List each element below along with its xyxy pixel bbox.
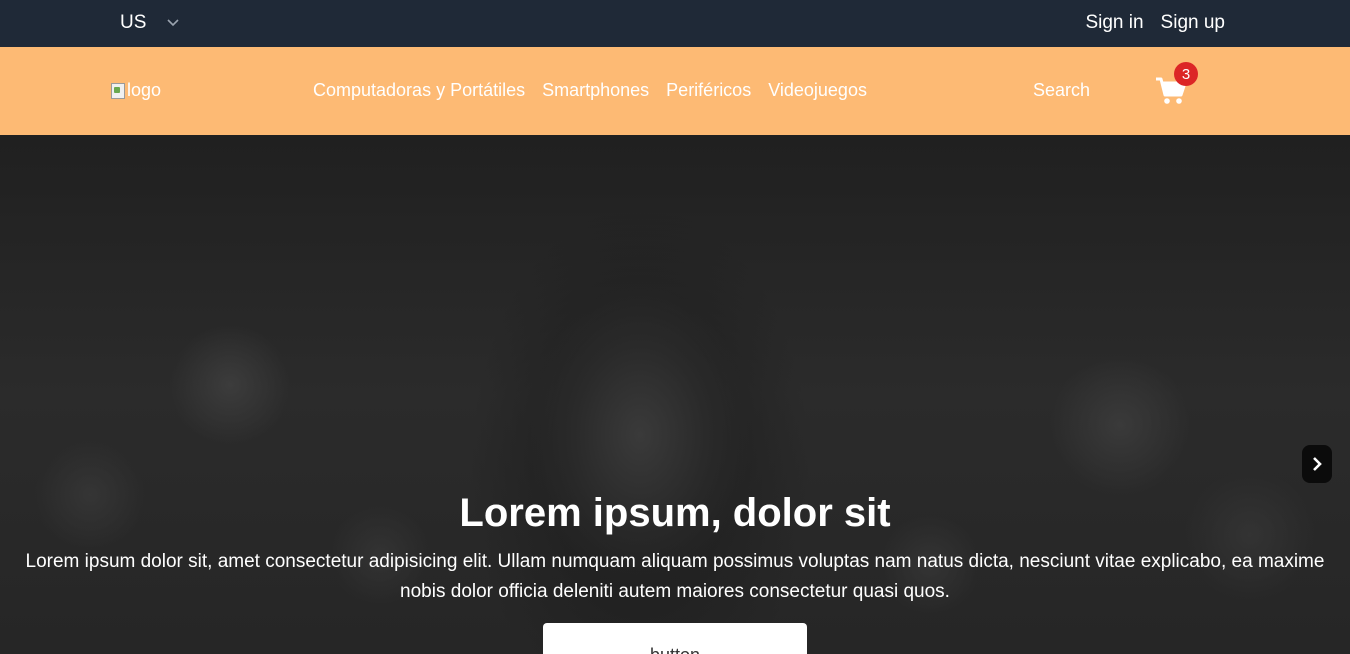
hero-title: Lorem ipsum, dolor sit bbox=[459, 491, 891, 535]
search-link[interactable]: Search bbox=[1033, 80, 1090, 101]
nav-item-smartphones[interactable]: Smartphones bbox=[542, 80, 649, 101]
carousel-next-button[interactable] bbox=[1302, 445, 1332, 483]
top-bar: US Sign in Sign up bbox=[0, 0, 1350, 47]
nav-item-perifericos[interactable]: Periféricos bbox=[666, 80, 751, 101]
logo[interactable]: logo bbox=[111, 80, 161, 101]
locale-selector[interactable]: US bbox=[120, 12, 180, 34]
hero-description-line-1: Lorem ipsum dolor sit, amet consectetur … bbox=[25, 551, 1325, 572]
sign-in-link[interactable]: Sign in bbox=[1085, 12, 1143, 34]
chevron-right-icon bbox=[1313, 457, 1322, 471]
hero-carousel: Lorem ipsum, dolor sit Lorem ipsum dolor… bbox=[0, 135, 1350, 654]
chevron-down-icon bbox=[167, 19, 179, 27]
category-menu: Computadoras y Portátiles Smartphones Pe… bbox=[313, 80, 867, 101]
broken-image-icon bbox=[111, 82, 125, 99]
nav-item-computadoras[interactable]: Computadoras y Portátiles bbox=[313, 80, 525, 101]
cart-count-badge: 3 bbox=[1174, 62, 1198, 86]
locale-label: US bbox=[120, 12, 147, 33]
logo-alt-text: logo bbox=[127, 80, 162, 100]
hero-description: Lorem ipsum dolor sit, amet consectetur … bbox=[0, 547, 1350, 607]
main-navbar: logo Computadoras y Portátiles Smartphon… bbox=[0, 47, 1350, 135]
hero-cta-button[interactable]: button bbox=[543, 623, 807, 654]
sign-up-link[interactable]: Sign up bbox=[1161, 12, 1225, 34]
hero-description-line-2: nobis dolor officia deleniti autem maior… bbox=[400, 581, 950, 602]
auth-links: Sign in Sign up bbox=[1085, 12, 1225, 34]
nav-item-videojuegos[interactable]: Videojuegos bbox=[768, 80, 867, 101]
